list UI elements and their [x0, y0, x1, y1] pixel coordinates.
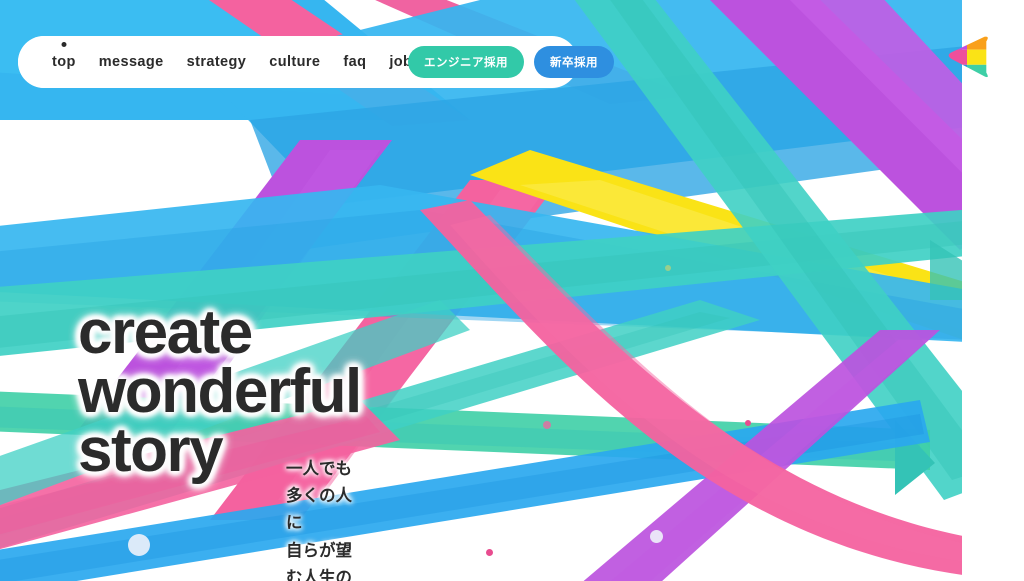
vertical-site-title: onala recruit site c	[989, 0, 1024, 118]
nav-item-label: strategy	[186, 53, 247, 70]
cta-button-group: エンジニア採用 新卒採用	[408, 46, 614, 78]
main-navigation: top message strategy culture faq jobs	[18, 36, 451, 88]
nav-item-label: top	[52, 53, 76, 70]
decor-dot-yellow-1	[665, 265, 671, 271]
engineer-recruit-button[interactable]: エンジニア採用	[408, 46, 524, 78]
nav-item-culture[interactable]: culture	[269, 55, 320, 70]
decor-dot-gray-1	[128, 534, 150, 556]
hero-page: top message strategy culture faq jobs エン…	[0, 0, 1024, 581]
nav-item-label: message	[98, 53, 164, 70]
onala-logo-icon[interactable]	[944, 34, 990, 80]
decor-dot-pink-1	[543, 421, 551, 429]
nav-item-faq[interactable]: faq	[343, 55, 366, 70]
decor-dot-pink-3	[745, 420, 751, 426]
nav-item-message[interactable]: message	[99, 55, 164, 70]
decor-dot-pink-2	[486, 549, 493, 556]
hero-headline: create wonderful story	[78, 298, 362, 485]
nav-link-list: top message strategy culture faq jobs	[52, 41, 421, 70]
decor-dot-gray-2	[650, 530, 663, 543]
nav-item-top[interactable]: top	[52, 41, 76, 70]
hero-subtitle: 一人でも多くの人に 自らが望む人生のストーリーを	[286, 460, 352, 581]
nav-item-label: culture	[269, 53, 321, 70]
nav-item-label: faq	[343, 53, 367, 70]
hero-block: create wonderful story 一人でも多くの人に 自らが望む人生…	[78, 298, 362, 581]
new-graduate-recruit-button[interactable]: 新卒採用	[534, 46, 614, 78]
nav-item-strategy[interactable]: strategy	[187, 55, 247, 70]
active-dot-icon	[61, 41, 67, 47]
